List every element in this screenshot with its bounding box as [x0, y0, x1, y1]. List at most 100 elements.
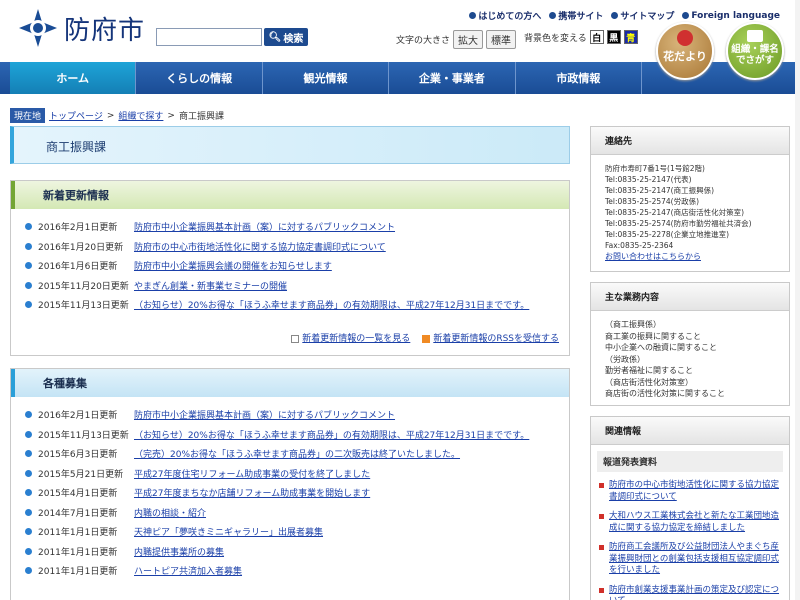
list-item: 2011年1月1日更新 ハートピア共済加入者募集 [25, 561, 569, 581]
bullet-icon [25, 469, 32, 477]
contact-line: Fax:0835-25-2364 [605, 241, 674, 250]
item-link[interactable]: （お知らせ）20%お得な「ほうふ幸せます商品券」の有効期限は、平成27年12月3… [134, 428, 529, 441]
item-link[interactable]: 内職提供事業所の募集 [134, 545, 224, 558]
page-title: 商工振興課 [46, 140, 107, 154]
bg-black-button[interactable]: 黒 [606, 30, 621, 44]
contact-line: Tel:0835-25-2147(商店街活性化対策室) [605, 208, 745, 217]
org-search-button[interactable]: 組織・課名 でさがす [726, 22, 784, 80]
nav-living[interactable]: くらしの情報 [136, 62, 263, 94]
related-link[interactable]: 防府市の中心市街地活性化に関する協力協定書調印式について [609, 480, 783, 503]
search-input[interactable] [156, 28, 262, 46]
bullet-icon [599, 483, 604, 488]
search-button[interactable]: 🔍︎ 検索 [264, 28, 308, 46]
item-date: 2015年4月1日更新 [38, 489, 118, 500]
item-date: 2016年1月6日更新 [38, 262, 118, 273]
link-foreign-language[interactable]: Foreign language [682, 9, 780, 22]
item-link[interactable]: 防府市中小企業振興会議の開催をお知らせします [134, 259, 332, 272]
list-item: 2016年2月1日更新 防府市中小企業振興基本計画（案）に対するパブリックコメント [25, 217, 569, 237]
bullet-icon [599, 545, 604, 550]
news-rss-link[interactable]: 新着更新情報のRSSを受信する [433, 334, 559, 344]
flower-news-button[interactable]: 花だより [656, 22, 714, 80]
business-line: 商店街の活性化対策に関すること [605, 389, 725, 398]
city-emblem-icon [19, 9, 57, 47]
font-size-standard-button[interactable]: 標準 [486, 30, 517, 49]
business-line: 商工業の振興に関すること [605, 331, 701, 341]
bg-white-button[interactable]: 白 [589, 30, 604, 44]
item-link[interactable]: 平成27年度まちなか店舗リフォーム助成事業を開始します [134, 486, 370, 499]
item-date: 2015年6月3日更新 [38, 450, 118, 461]
nav-city-info[interactable]: 市政情報 [516, 62, 643, 94]
bullet-icon [25, 450, 32, 458]
business-line: 中小企業への融資に関すること [605, 343, 717, 352]
bullet-icon [25, 281, 32, 289]
recruitment-section: 各種募集 2016年2月1日更新 防府市中小企業振興基本計画（案）に対するパブリッ… [10, 368, 570, 600]
item-link[interactable]: 防府市中小企業振興基本計画（案）に対するパブリックコメント [134, 408, 395, 421]
search-icon: 🔍︎ [268, 31, 282, 43]
item-link[interactable]: やまぎん創業・新事業セミナーの開催 [134, 279, 287, 292]
item-date: 2011年1月1日更新 [38, 567, 118, 578]
news-heading: 新着更新情報 [11, 181, 569, 209]
contact-line: Tel:0835-25-2278(企業立地推進室) [605, 230, 730, 239]
breadcrumb-top[interactable]: トップページ [49, 109, 103, 122]
item-link[interactable]: ハートピア共済加入者募集 [134, 564, 242, 577]
list-item: 2016年1月20日更新 防府市の中心市街地活性化に関する協力協定書調印式について [25, 237, 569, 257]
item-date: 2015年5月21日更新 [38, 469, 124, 480]
search-button-label: 検索 [283, 33, 304, 45]
item-link[interactable]: （お知らせ）20%お得な「ほうふ幸せます商品券」の有効期限は、平成27年12月3… [134, 298, 529, 311]
item-date: 2016年2月1日更新 [38, 223, 118, 234]
item-date: 2011年1月1日更新 [38, 528, 118, 539]
bullet-icon [25, 567, 32, 575]
related-link[interactable]: 大和ハウス工業株式会社と新たな工業団地造成に関する協力協定を締結しました [609, 511, 783, 534]
item-link[interactable]: 天神ピア「夢咲きミニギャラリー」出展者募集 [134, 525, 323, 538]
list-item: 2014年7月1日更新 内職の相談・紹介 [25, 503, 569, 523]
list-item: 2015年11月13日更新 （お知らせ）20%お得な「ほうふ幸せます商品券」の有効… [25, 425, 569, 445]
link-label: Foreign language [691, 10, 780, 21]
item-link[interactable]: 防府市中小企業振興基本計画（案）に対するパブリックコメント [134, 220, 395, 233]
item-date: 2011年1月1日更新 [38, 547, 118, 558]
bullet-icon [25, 508, 32, 516]
item-link[interactable]: 防府市の中心市街地活性化に関する協力協定書調印式について [134, 240, 386, 253]
related-link[interactable]: 防府商工会議所及び公益財団法人やまぐち産業振興財団との創業包括支援相互協定調印式… [609, 542, 783, 577]
link-first-time[interactable]: はじめての方へ [469, 9, 541, 22]
link-label: 携帯サイト [558, 12, 604, 22]
link-sitemap[interactable]: サイトマップ [611, 9, 674, 22]
news-list-link[interactable]: 新着更新情報の一覧を見る [302, 334, 410, 344]
recruitment-heading: 各種募集 [11, 369, 569, 397]
related-panel: 関連情報 報道発表資料 防府市の中心市街地活性化に関する協力協定書調印式について… [590, 416, 790, 600]
item-link[interactable]: （完売）20%お得な「ほうふ幸せます商品券」の二次販売は終了いたしました。 [134, 447, 460, 460]
item-link[interactable]: 内職の相談・紹介 [134, 506, 206, 519]
list-item: 2015年6月3日更新 （完売）20%お得な「ほうふ幸せます商品券」の二次販売は終… [25, 444, 569, 464]
bullet-icon [25, 262, 32, 270]
bullet-icon [25, 528, 32, 536]
nav-business[interactable]: 企業・事業者 [389, 62, 516, 94]
related-link[interactable]: 防府市創業支援事業計画の策定及び認定について [609, 585, 783, 600]
document-icon [291, 334, 300, 343]
org-label-2: でさがす [735, 55, 774, 66]
related-item: 防府商工会議所及び公益財団法人やまぐち産業振興財団との創業包括支援相互協定調印式… [599, 542, 783, 577]
site-logo[interactable]: 防府市 [18, 8, 145, 48]
related-subheading: 報道発表資料 [597, 451, 783, 472]
bg-blue-button[interactable]: 青 [623, 30, 638, 44]
link-label: サイトマップ [620, 12, 675, 22]
list-item: 2011年1月1日更新 内職提供事業所の募集 [25, 542, 569, 562]
link-mobile-site[interactable]: 携帯サイト [549, 9, 603, 22]
list-item: 2011年1月1日更新 天神ピア「夢咲きミニギャラリー」出展者募集 [25, 522, 569, 542]
item-date: 2016年1月20日更新 [38, 242, 124, 253]
bullet-icon [25, 411, 32, 419]
inquiry-link[interactable]: お問い合わせはこちらから [605, 251, 789, 262]
bullet-icon [25, 301, 32, 309]
item-link[interactable]: 平成27年度住宅リフォーム助成事業の受付を終了しました [134, 467, 370, 480]
arrow-circle-icon [682, 12, 690, 19]
bullet-icon [25, 430, 32, 438]
scrollbar[interactable] [795, 0, 800, 600]
nav-home[interactable]: ホーム [10, 62, 137, 94]
list-item: 2016年2月1日更新 防府市中小企業振興基本計画（案）に対するパブリックコメント [25, 405, 569, 425]
bg-color-label: 背景色を変える [524, 33, 587, 44]
breadcrumb-org[interactable]: 組織で探す [118, 109, 163, 122]
related-list: 防府市の中心市街地活性化に関する協力協定書調印式について 大和ハウス工業株式会社と… [591, 472, 789, 600]
nav-tourism[interactable]: 観光情報 [263, 62, 390, 94]
list-item: 2016年1月6日更新 防府市中小企業振興会議の開催をお知らせします [25, 256, 569, 276]
font-size-enlarge-button[interactable]: 拡大 [453, 30, 484, 49]
business-panel: 主な業務内容 （商工振興係） 商工業の振興に関すること 中小企業への融資に関すること… [590, 282, 790, 406]
item-date: 2015年11月20日更新 [38, 281, 129, 292]
